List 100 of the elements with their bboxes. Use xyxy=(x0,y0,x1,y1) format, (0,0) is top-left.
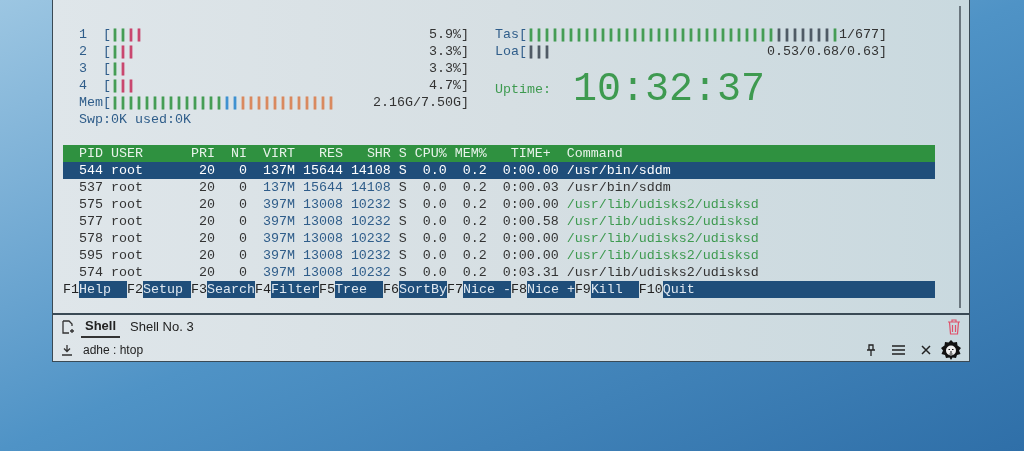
table-cell-text: /usr/lib/udisks2/udisksd xyxy=(565,264,760,281)
table-cell-text: 13008 xyxy=(301,230,343,247)
column-header[interactable]: RES xyxy=(294,145,343,162)
table-cell-text: /usr/lib/udisks2/udisksd xyxy=(565,230,760,247)
column-header[interactable]: NI xyxy=(214,145,247,162)
table-cell-text: 0.0 xyxy=(421,196,447,213)
function-key: F5 xyxy=(318,281,335,298)
table-cell-text: 0:00.58 xyxy=(501,213,559,230)
meter-label: 4 [ xyxy=(79,77,111,94)
function-key-action[interactable]: SortBy xyxy=(398,281,447,298)
table-cell-text: 15644 xyxy=(301,179,343,196)
meter-reading: 0.53/0.68/0.63] xyxy=(767,43,887,60)
table-cell-text: 0:00.00 xyxy=(501,196,559,213)
table-cell-text: 0.2 xyxy=(461,230,487,247)
meter-ticks: |||||||||||| xyxy=(239,94,335,111)
process-row[interactable]: 575 root 20 0 397M 13008 10232 S 0.0 0.2 0:00.00 /usr/lib/udisks2/udisksd xyxy=(63,196,935,213)
process-row[interactable]: 595 root 20 0 397M 13008 10232 S 0.0 0.2 0:00.00 /usr/lib/udisks2/udisksd xyxy=(63,247,935,264)
table-cell-text: 10232 xyxy=(349,230,391,247)
column-header[interactable]: TIME+ xyxy=(486,145,559,162)
function-key-action[interactable]: Quit xyxy=(662,281,935,298)
table-cell-text: 137M xyxy=(261,179,295,196)
table-cell-text: 10232 xyxy=(349,247,391,264)
column-header[interactable]: USER xyxy=(103,145,183,162)
meter-label: 1 [ xyxy=(79,26,111,43)
meter-reading: 4.7%] xyxy=(429,77,469,94)
table-cell-text: 0.2 xyxy=(461,162,487,179)
table-cell-text: 0 xyxy=(237,230,247,247)
table-cell-text: /usr/bin/sddm xyxy=(565,179,672,196)
table-cell-text: root xyxy=(109,179,144,196)
function-key-action[interactable]: Search xyxy=(206,281,255,298)
table-cell-text: S xyxy=(397,264,407,281)
table-cell-text: 20 xyxy=(197,162,215,179)
meter-label: Tas[ xyxy=(495,26,527,43)
table-cell-text: 595 xyxy=(78,247,103,264)
function-key-action[interactable]: Tree xyxy=(334,281,383,298)
table-cell-text: 20 xyxy=(197,247,215,264)
table-cell-text: 20 xyxy=(197,213,215,230)
table-cell-text: S xyxy=(397,162,407,179)
process-row[interactable]: 574 root 20 0 397M 13008 10232 S 0.0 0.2 0:03.31 /usr/lib/udisks2/udisksd xyxy=(63,264,935,281)
function-key-action[interactable]: Nice - xyxy=(462,281,511,298)
process-row[interactable]: 544 root 20 0 137M 15644 14108 S 0.0 0.2 0:00.00 /usr/bin/sddm xyxy=(63,162,935,179)
table-cell-text: root xyxy=(109,213,144,230)
meter-ticks: || xyxy=(119,77,135,94)
table-cell-text: 15644 xyxy=(301,162,343,179)
column-header[interactable]: SHR xyxy=(342,145,391,162)
table-cell-text: 0:00.00 xyxy=(501,162,559,179)
meter-ticks: || xyxy=(223,94,239,111)
table-cell-text: 20 xyxy=(197,179,215,196)
table-cell-text: 0.0 xyxy=(421,213,447,230)
function-key-action[interactable]: Help xyxy=(79,281,127,298)
meter-ticks: ||||||| xyxy=(774,26,831,43)
function-key-action[interactable]: Kill xyxy=(590,281,639,298)
table-cell-text: 137M xyxy=(261,162,295,179)
table-cell-text: root xyxy=(109,162,144,179)
table-cell-text: 0 xyxy=(237,179,247,196)
column-header[interactable]: MEM% xyxy=(446,145,487,162)
meter-ticks: ||||||||||||||||||||||||||||||| xyxy=(527,26,775,43)
function-key: F3 xyxy=(190,281,207,298)
table-cell-text: 397M xyxy=(261,264,295,281)
table-cell-text: 578 xyxy=(78,230,103,247)
meter-ticks: | xyxy=(119,60,127,77)
column-header[interactable]: Command xyxy=(558,145,935,162)
download-icon[interactable] xyxy=(61,344,73,356)
trash-icon[interactable] xyxy=(947,319,961,335)
table-cell-text: S xyxy=(397,230,407,247)
column-header[interactable]: S xyxy=(390,145,407,162)
menu-icon[interactable] xyxy=(892,345,905,355)
column-header[interactable]: PRI xyxy=(182,145,215,162)
meter-ticks: || xyxy=(111,26,127,43)
new-tab-icon[interactable] xyxy=(61,320,75,334)
meter-ticks: || xyxy=(119,43,135,60)
table-cell-text: 14108 xyxy=(349,162,391,179)
session-title: adhe : htop xyxy=(83,342,144,359)
process-row[interactable]: 537 root 20 0 137M 15644 14108 S 0.0 0.2 0:00.03 /usr/bin/sddm xyxy=(63,179,935,196)
table-cell-text: 577 xyxy=(78,213,103,230)
column-header[interactable]: PID xyxy=(63,145,103,162)
column-header[interactable]: CPU% xyxy=(406,145,447,162)
column-header[interactable]: VIRT xyxy=(246,145,295,162)
table-cell-text: 20 xyxy=(197,196,215,213)
close-icon[interactable] xyxy=(921,345,931,355)
meter-ticks: | xyxy=(111,60,119,77)
function-key-action[interactable]: Setup xyxy=(143,281,191,298)
meter-label: Mem[ xyxy=(79,94,111,111)
terminal-tab[interactable]: Shell No. 3 xyxy=(126,316,198,338)
meter-ticks: |||||||||||||| xyxy=(111,94,223,111)
meter-ticks: ||| xyxy=(527,43,551,60)
table-cell-text: 14108 xyxy=(349,179,391,196)
table-cell-text: 0 xyxy=(237,162,247,179)
table-cell-text: 0.0 xyxy=(421,179,447,196)
pin-icon[interactable] xyxy=(866,344,876,356)
function-key: F8 xyxy=(510,281,527,298)
lion-logo-icon[interactable] xyxy=(941,340,961,360)
terminal-tab[interactable]: Shell xyxy=(81,316,121,338)
scrollbar[interactable] xyxy=(959,6,961,308)
table-cell-text: 20 xyxy=(197,264,215,281)
process-row[interactable]: 577 root 20 0 397M 13008 10232 S 0.0 0.2 0:00.58 /usr/lib/udisks2/udisksd xyxy=(63,213,935,230)
function-key-action[interactable]: Nice + xyxy=(526,281,575,298)
process-row[interactable]: 578 root 20 0 397M 13008 10232 S 0.0 0.2 0:00.00 /usr/lib/udisks2/udisksd xyxy=(63,230,935,247)
table-cell-text: 0:00.00 xyxy=(501,230,559,247)
table-cell-text: 13008 xyxy=(301,264,343,281)
